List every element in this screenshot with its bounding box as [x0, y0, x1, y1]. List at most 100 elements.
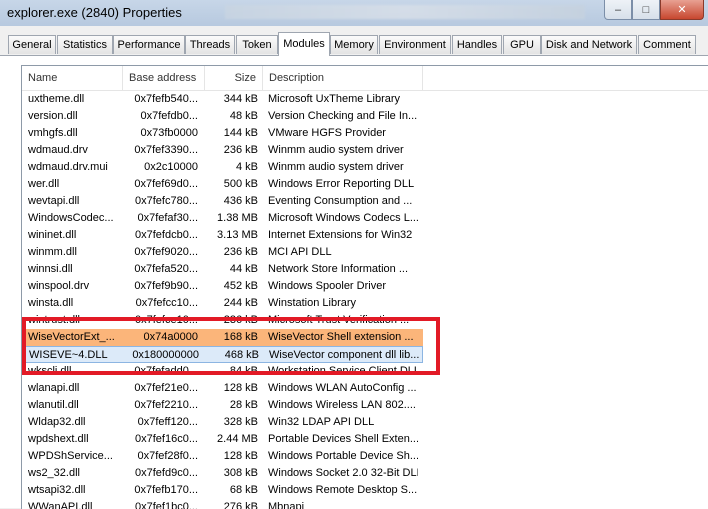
tab-comment[interactable]: Comment	[638, 35, 696, 54]
module-name: wdmaud.drv	[28, 144, 88, 156]
module-name: winmm.dll	[28, 246, 77, 258]
module-base-address: 0x7fef9020...	[134, 246, 198, 258]
module-size: 128 kB	[223, 450, 258, 462]
table-row[interactable]: wdmaud.drv.mui 0x2c10000 4 kB Winmm audio s…	[22, 159, 423, 176]
module-size: 2.44 MB	[217, 433, 258, 445]
table-row[interactable]: wininet.dll 0x7fefdcb0... 3.13 MB Internet …	[22, 227, 423, 244]
table-row[interactable]: uxtheme.dll 0x7fefb540... 344 kB Microsoft …	[22, 91, 423, 108]
tab-general[interactable]: General	[8, 35, 56, 54]
modules-list[interactable]: Name Base address Size Description uxthe…	[21, 65, 708, 509]
minimize-icon: –	[614, 3, 622, 16]
module-size: 436 kB	[223, 195, 258, 207]
module-base-address: 0x7fef2210...	[134, 399, 198, 411]
module-size: 236 kB	[223, 144, 258, 156]
table-row[interactable]: winmm.dll 0x7fef9020... 236 kB MCI API DLL	[22, 244, 423, 261]
minimize-button[interactable]: –	[604, 0, 632, 20]
table-row[interactable]: wlanapi.dll 0x7fef21e0... 128 kB Windows WL…	[22, 380, 423, 397]
table-row[interactable]: wtsapi32.dll 0x7fefb170... 68 kB Windows Re…	[22, 482, 423, 499]
window-controls: – □ ✕	[604, 0, 704, 20]
column-header-size[interactable]: Size	[205, 66, 263, 90]
table-row[interactable]: wer.dll 0x7fef69d0... 500 kB Windows Error …	[22, 176, 423, 193]
module-size: 48 kB	[229, 110, 258, 122]
modules-panel: Name Base address Size Description uxthe…	[0, 56, 708, 509]
module-name: WPDShService...	[28, 450, 113, 462]
module-size: 28 kB	[229, 399, 258, 411]
module-base-address: 0x7fefdb0...	[140, 110, 199, 122]
module-name: vmhgfs.dll	[28, 127, 78, 139]
module-base-address: 0x7fefb540...	[134, 93, 198, 105]
module-description: Windows Spooler Driver	[268, 280, 386, 292]
module-description: Portable Devices Shell Exten...	[268, 433, 418, 445]
module-name: wlanutil.dll	[28, 399, 79, 411]
tab-threads[interactable]: Threads	[185, 35, 235, 54]
module-size: 452 kB	[223, 280, 258, 292]
module-size: 128 kB	[223, 382, 258, 394]
module-base-address: 0x7fef21e0...	[134, 382, 198, 394]
module-base-address: 0x7fefd9c0...	[135, 467, 198, 479]
table-row[interactable]: wlanutil.dll 0x7fef2210... 28 kB Windows Wi…	[22, 397, 423, 414]
module-base-address: 0x7fefb170...	[134, 484, 198, 496]
module-description: Microsoft UxTheme Library	[268, 93, 401, 105]
title-bar: explorer.exe (2840) Properties – □ ✕	[0, 0, 708, 26]
tab-token[interactable]: Token	[236, 35, 278, 54]
tab-gpu[interactable]: GPU	[503, 35, 541, 54]
column-header-base-address[interactable]: Base address	[123, 66, 205, 90]
module-size: 308 kB	[223, 467, 258, 479]
table-row[interactable]: wpdshext.dll 0x7fef16c0... 2.44 MB Portable…	[22, 431, 423, 448]
tab-handles[interactable]: Handles	[452, 35, 502, 54]
column-header-name[interactable]: Name	[22, 66, 123, 90]
module-description: VMware HGFS Provider	[268, 127, 386, 139]
module-size: 1.38 MB	[217, 212, 258, 224]
tab-strip: General Statistics Performance Threads T…	[0, 26, 708, 56]
module-description: Winmm audio system driver	[268, 161, 404, 173]
module-base-address: 0x7feff120...	[137, 416, 198, 428]
table-row[interactable]: wevtapi.dll 0x7fefc780... 436 kB Eventing C…	[22, 193, 423, 210]
module-description: Version Checking and File In...	[268, 110, 418, 122]
module-name: winsta.dll	[28, 297, 74, 309]
module-size: 44 kB	[229, 263, 258, 275]
tab-statistics[interactable]: Statistics	[57, 35, 113, 54]
module-name: wevtapi.dll	[28, 195, 80, 207]
module-description: Windows Error Reporting DLL	[268, 178, 415, 190]
tab-performance[interactable]: Performance	[113, 35, 185, 54]
module-description: Windows Wireless LAN 802....	[268, 399, 416, 411]
tab-modules[interactable]: Modules	[278, 32, 330, 56]
module-size: 500 kB	[223, 178, 258, 190]
window-title: explorer.exe (2840) Properties	[7, 5, 182, 20]
module-name: winnsi.dll	[28, 263, 73, 275]
module-size: 68 kB	[229, 484, 258, 496]
table-row[interactable]: Wldap32.dll 0x7feff120... 328 kB Win32 LDAP…	[22, 414, 423, 431]
module-size: 328 kB	[223, 416, 258, 428]
tab-memory[interactable]: Memory	[330, 35, 378, 54]
table-row[interactable]: version.dll 0x7fefdb0... 48 kB Version Chec…	[22, 108, 423, 125]
tab-disk-and-network[interactable]: Disk and Network	[541, 35, 637, 54]
module-base-address: 0x73fb0000	[140, 127, 199, 139]
red-annotation-box	[22, 317, 440, 375]
blurred-background-window	[225, 5, 585, 19]
close-button[interactable]: ✕	[660, 0, 704, 20]
table-row[interactable]: winnsi.dll 0x7fefa520... 44 kB Network Stor…	[22, 261, 423, 278]
tab-environment[interactable]: Environment	[379, 35, 451, 54]
table-row[interactable]: vmhgfs.dll 0x73fb0000 144 kB VMware HGFS Pr…	[22, 125, 423, 142]
module-description: Windows Remote Desktop S...	[268, 484, 418, 496]
table-row[interactable]: wdmaud.drv 0x7fef3390... 236 kB Winmm audio…	[22, 142, 423, 159]
module-size: 236 kB	[223, 246, 258, 258]
module-size: 244 kB	[223, 297, 258, 309]
table-row[interactable]: winsta.dll 0x7fefcc10... 244 kB Winstation …	[22, 295, 423, 312]
table-row[interactable]: WindowsCodec... 0x7fefaf30... 1.38 MB Micro…	[22, 210, 423, 227]
table-row[interactable]: WPDShService... 0x7fef28f0... 128 kB Window…	[22, 448, 423, 465]
module-base-address: 0x2c10000	[144, 161, 198, 173]
module-description: Winstation Library	[268, 297, 357, 309]
maximize-button[interactable]: □	[632, 0, 660, 20]
column-header-description[interactable]: Description	[263, 66, 423, 90]
table-row[interactable]: ws2_32.dll 0x7fefd9c0... 308 kB Windows Soc…	[22, 465, 423, 482]
module-description: Microsoft Windows Codecs L...	[268, 212, 418, 224]
module-base-address: 0x7fef69d0...	[134, 178, 198, 190]
module-base-address: 0x7fefaf30...	[137, 212, 198, 224]
module-name: Wldap32.dll	[28, 416, 86, 428]
table-row[interactable]: winspool.drv 0x7fef9b90... 452 kB Windows S…	[22, 278, 423, 295]
module-base-address: 0x7fef9b90...	[134, 280, 198, 292]
module-description: Internet Extensions for Win32	[268, 229, 413, 241]
module-name: WindowsCodec...	[28, 212, 114, 224]
module-description: Eventing Consumption and ...	[268, 195, 413, 207]
